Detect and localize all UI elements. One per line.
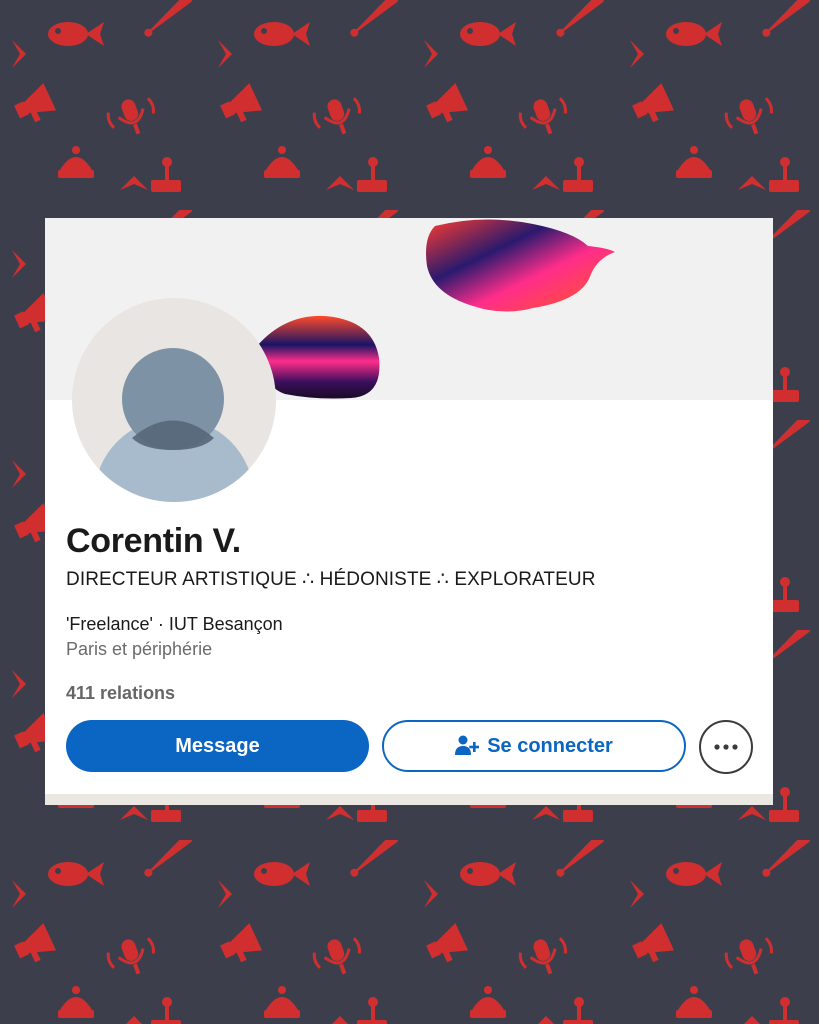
banner-blob-large [426, 219, 615, 312]
person-add-icon [455, 735, 480, 755]
profile-experience[interactable]: 'Freelance' · IUT Besançon [66, 614, 283, 635]
profile-headline: DIRECTEUR ARTISTIQUE ∴ HÉDONISTE ∴ EXPLO… [66, 569, 596, 590]
connect-button[interactable]: Se connecter [382, 720, 686, 772]
message-button-label: Message [175, 734, 260, 757]
default-person-icon [94, 348, 254, 502]
profile-name: Corentin V. [66, 522, 241, 560]
more-options-button[interactable] [699, 720, 753, 774]
message-button[interactable]: Message [66, 720, 369, 772]
profile-card: Corentin V. DIRECTEUR ARTISTIQUE ∴ HÉDON… [45, 218, 773, 805]
connect-button-label: Se connecter [487, 734, 613, 757]
connections-count[interactable]: 411 relations [66, 683, 175, 704]
profile-location: Paris et périphérie [66, 639, 213, 659]
card-bottom-divider [45, 794, 773, 805]
avatar[interactable] [72, 298, 276, 502]
more-dots-icon [714, 744, 738, 750]
